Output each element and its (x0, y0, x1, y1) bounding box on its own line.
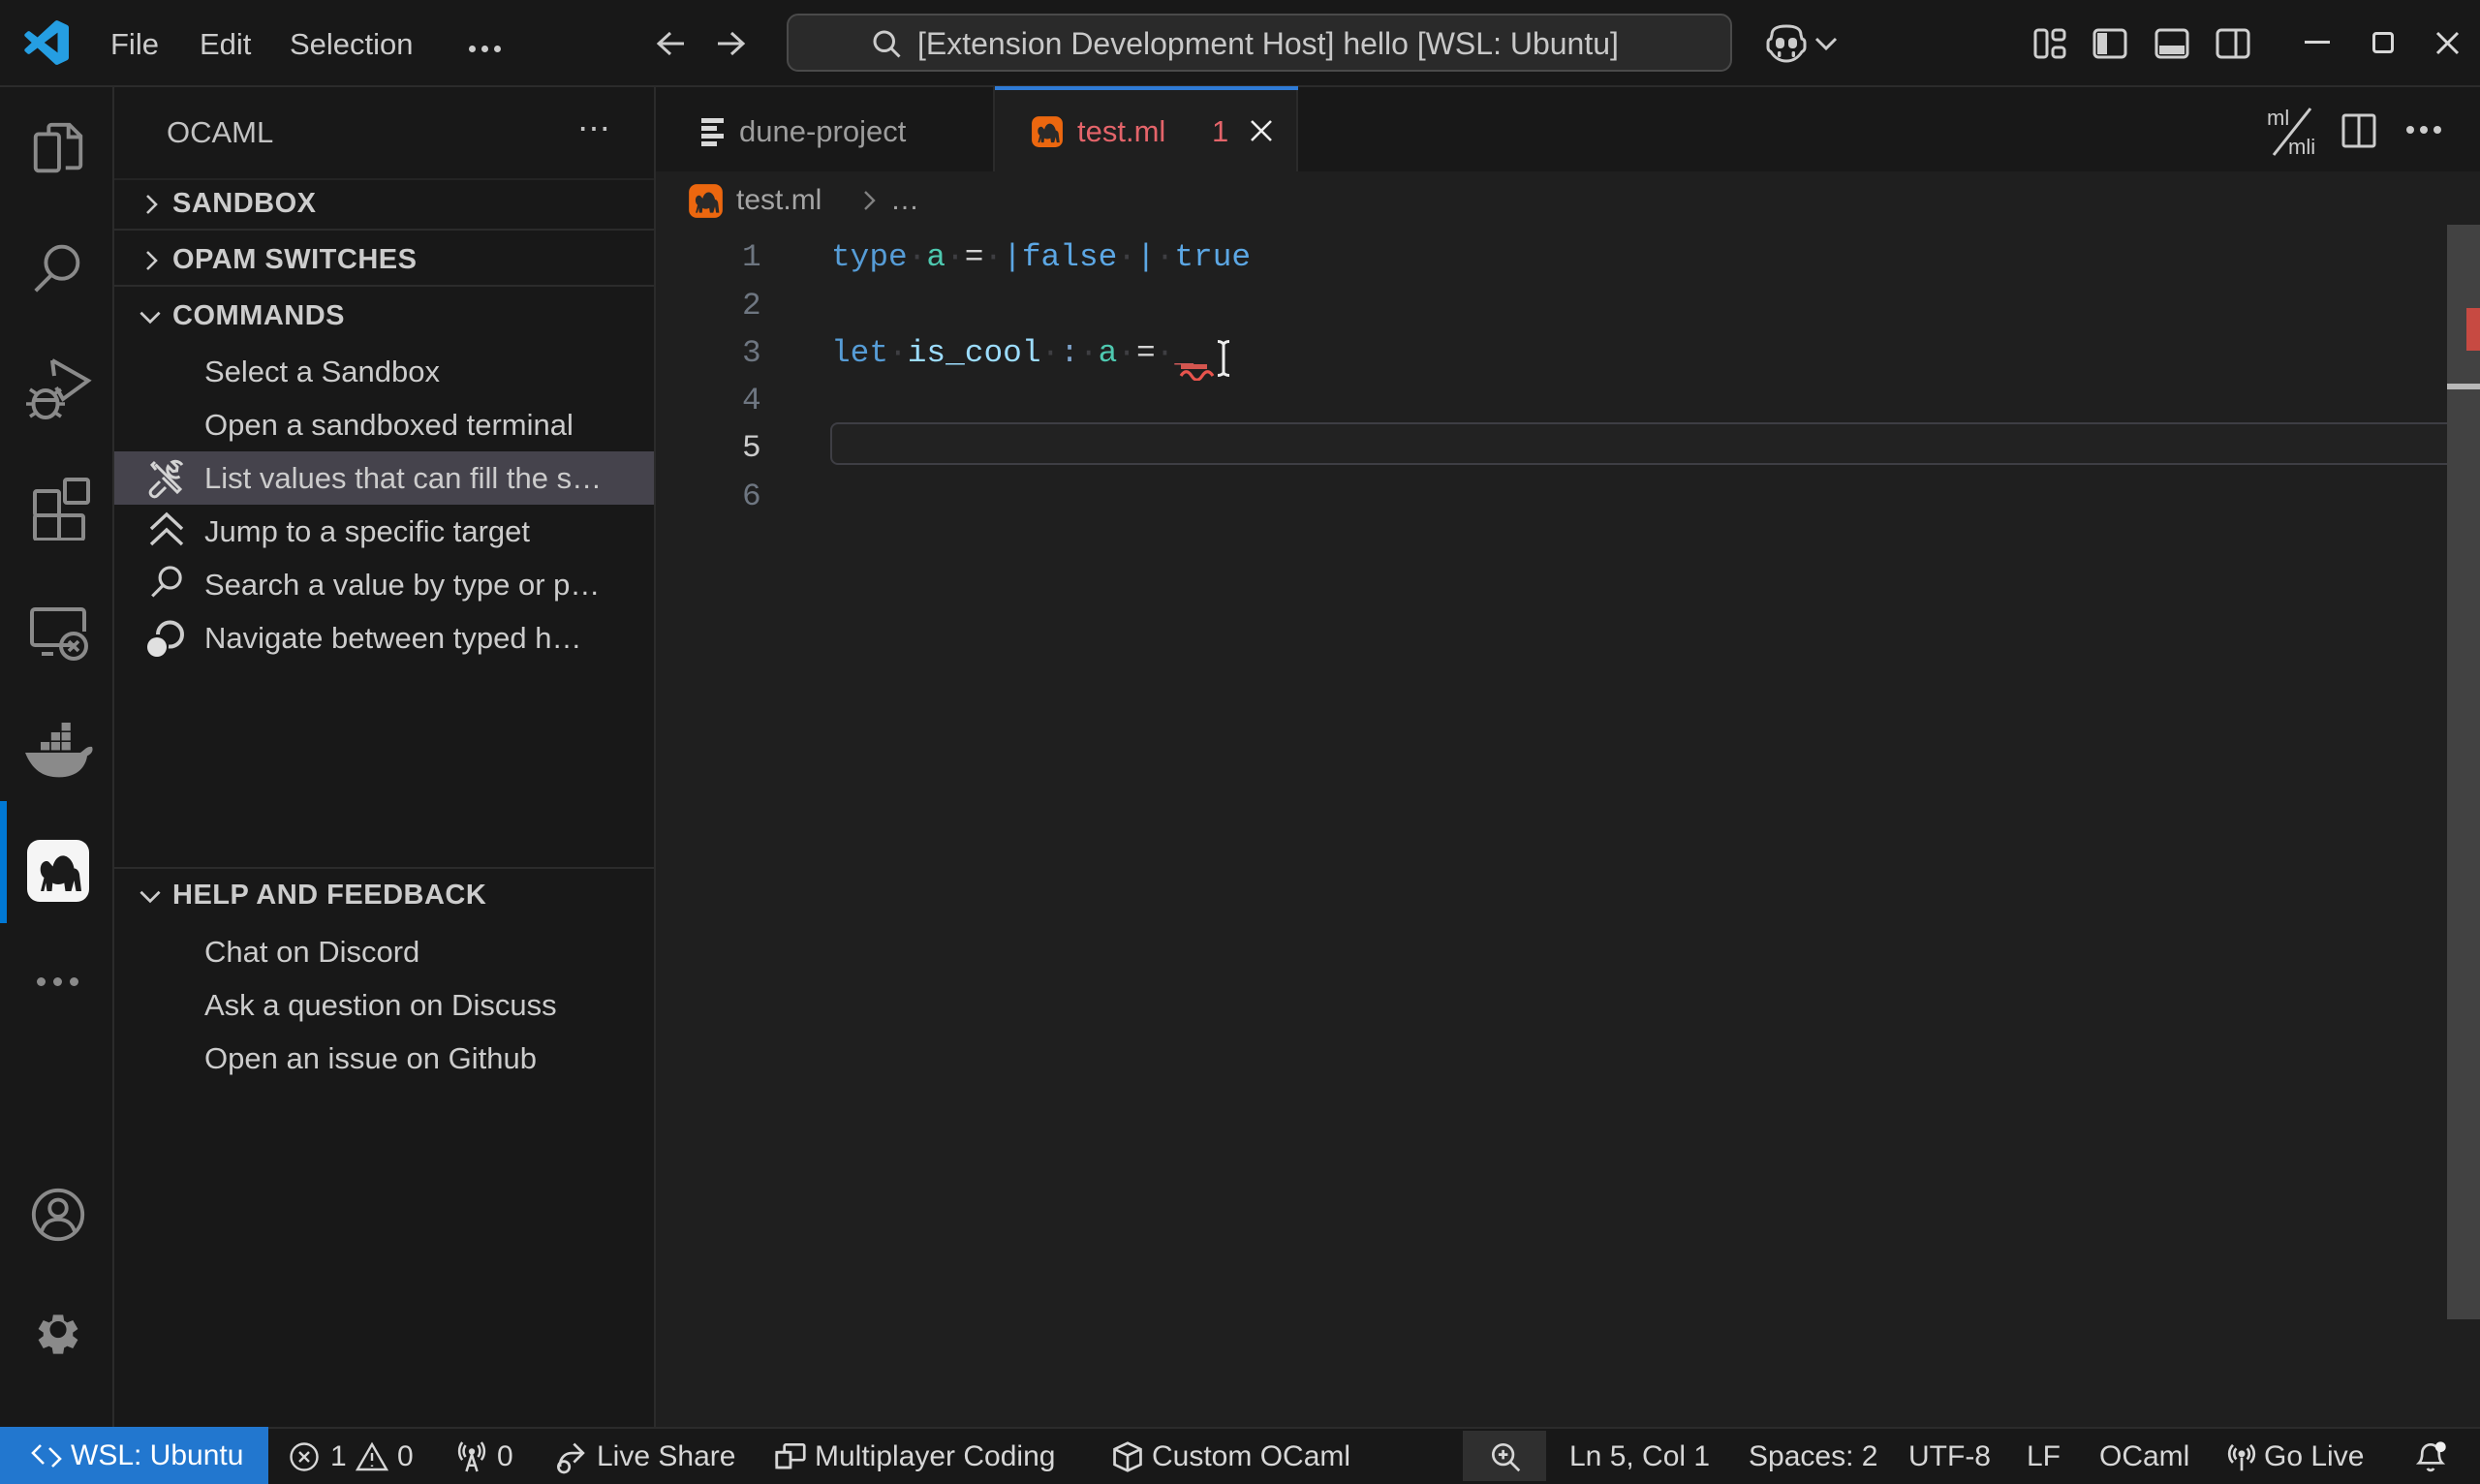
svg-text:ml: ml (2267, 106, 2289, 130)
svg-text:mli: mli (2288, 135, 2315, 159)
